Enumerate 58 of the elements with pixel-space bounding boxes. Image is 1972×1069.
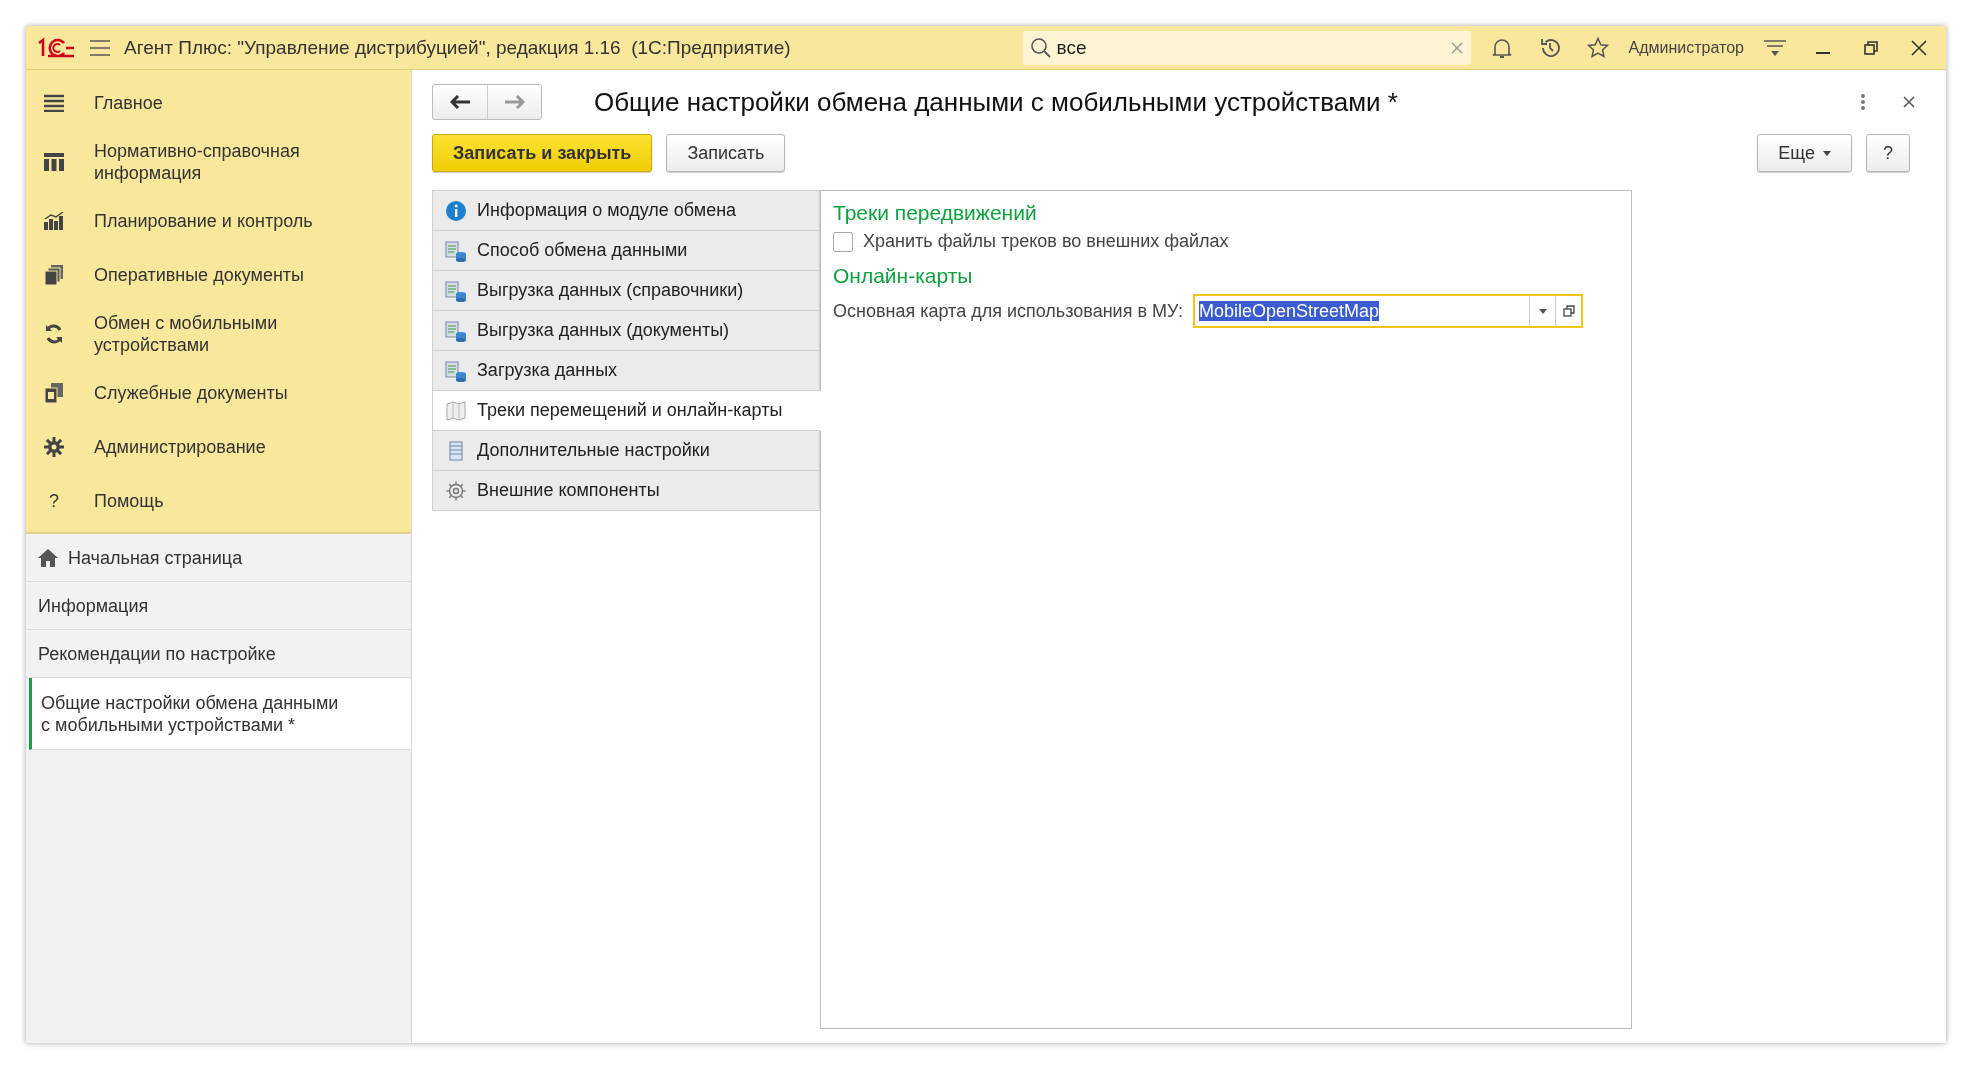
section-item[interactable]: ? Помощь bbox=[26, 474, 411, 528]
tab[interactable]: Внешние компоненты bbox=[432, 471, 820, 511]
section-item[interactable]: Главное bbox=[26, 76, 411, 130]
document-stack-icon bbox=[45, 383, 63, 403]
database-icon bbox=[445, 319, 467, 342]
gear-icon bbox=[445, 479, 467, 502]
help-button[interactable]: ? bbox=[1866, 134, 1910, 172]
tab[interactable]: Загрузка данных bbox=[432, 351, 820, 391]
form-title: Общие настройки обмена данными с мобильными устройствами * bbox=[594, 86, 1399, 118]
arrow-right-icon bbox=[504, 95, 525, 109]
field-label: Основная карта для использования в МУ: bbox=[833, 300, 1183, 322]
refresh-icon bbox=[44, 324, 64, 344]
tab[interactable]: Выгрузка данных (справочники) bbox=[432, 271, 820, 311]
database-icon bbox=[445, 239, 467, 262]
field-value: MobileOpenStreetMap bbox=[1199, 300, 1380, 321]
database-icon bbox=[445, 359, 467, 382]
map-select-field[interactable]: MobileOpenStreetMap bbox=[1193, 294, 1583, 328]
caret-icon bbox=[1538, 308, 1547, 314]
section-item[interactable]: Планирование и контроль bbox=[26, 194, 411, 248]
columns-icon bbox=[44, 153, 64, 171]
section-item[interactable]: Нормативно-справочная информация bbox=[26, 130, 411, 194]
window-title: Агент Плюс: "Управление дистрибуцией", редакция 1.16 (1С:Предприятие) bbox=[124, 36, 792, 59]
info-icon bbox=[445, 199, 467, 222]
gear-icon bbox=[44, 437, 64, 457]
group-heading: Треки передвижений bbox=[833, 201, 1038, 225]
list-icon bbox=[44, 94, 64, 112]
checkbox-label[interactable]: Хранить файлы треков во внешних файлах bbox=[863, 231, 1229, 252]
map-icon bbox=[445, 399, 467, 422]
more-button[interactable]: Еще bbox=[1757, 134, 1852, 172]
tab[interactable]: Треки перемещений и онлайн-карты bbox=[432, 391, 821, 431]
clear-icon[interactable] bbox=[1450, 41, 1463, 54]
checkbox[interactable] bbox=[833, 231, 853, 252]
documents-icon bbox=[45, 265, 63, 285]
database-icon bbox=[445, 279, 467, 302]
search-text: все bbox=[1056, 36, 1088, 59]
section-item[interactable]: Обмен с мобильными устройствами bbox=[26, 302, 411, 366]
help-icon: ? bbox=[49, 490, 59, 512]
tab[interactable]: Дополнительные настройки bbox=[432, 431, 820, 471]
section-item[interactable]: Оперативные документы bbox=[26, 248, 411, 302]
search-icon bbox=[1030, 37, 1051, 58]
tab[interactable]: Информация о модуле обмена bbox=[432, 191, 820, 231]
logo-icon bbox=[36, 36, 76, 59]
search-field[interactable]: все bbox=[1022, 30, 1471, 65]
save-button[interactable]: Записать bbox=[666, 134, 786, 172]
user-name[interactable]: Администратор bbox=[1628, 38, 1744, 57]
section-item[interactable]: Администрирование bbox=[26, 420, 411, 474]
menu-icon[interactable] bbox=[90, 39, 110, 56]
tab[interactable]: Способ обмена данными bbox=[432, 231, 820, 271]
open-window-item[interactable]: Общие настройки обмена данными с мобильными устройствами * bbox=[29, 678, 411, 750]
home-icon bbox=[38, 548, 58, 567]
bar-chart-icon bbox=[44, 212, 64, 230]
tab[interactable]: Выгрузка данных (документы) bbox=[432, 311, 820, 351]
arrow-left-icon bbox=[450, 95, 470, 109]
save-and-close-button[interactable]: Записать и закрыть bbox=[432, 134, 653, 172]
section-item[interactable]: Служебные документы bbox=[26, 366, 411, 420]
caret-icon bbox=[1823, 150, 1831, 156]
group-heading: Онлайн-карты bbox=[833, 264, 974, 288]
open-window-icon bbox=[1562, 305, 1575, 317]
